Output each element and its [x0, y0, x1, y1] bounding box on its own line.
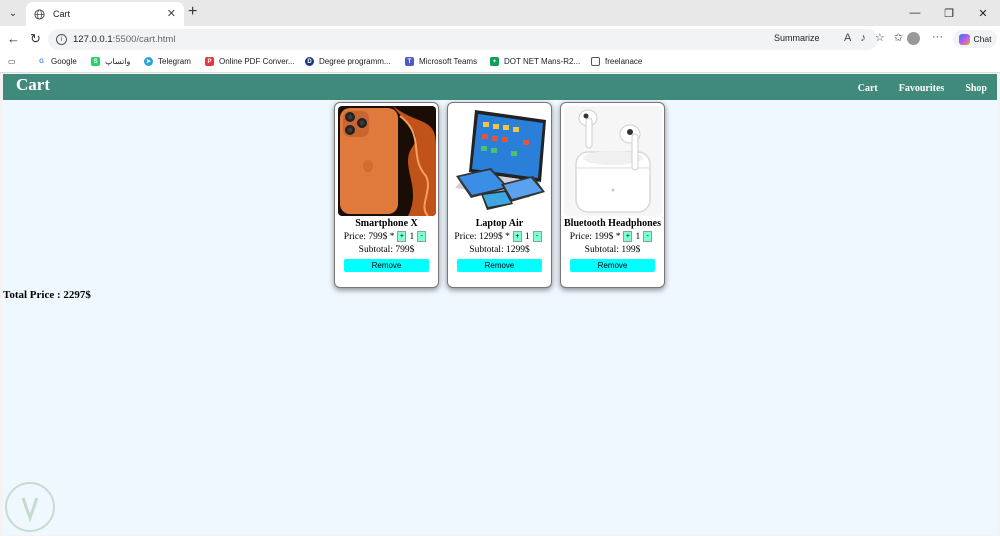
product-image-laptop	[451, 106, 549, 216]
more-options-icon[interactable]: ···	[932, 31, 943, 43]
bookmark-teams[interactable]: T Microsoft Teams	[405, 57, 477, 66]
nav-link-shop[interactable]: Shop	[965, 83, 987, 94]
decrease-qty-button[interactable]: -	[643, 231, 653, 242]
bookmark-dotnet[interactable]: + DOT NET Mans-R2...	[490, 57, 580, 66]
dotnet-icon: +	[490, 57, 499, 66]
product-image-smartphone	[338, 106, 436, 216]
decrease-qty-button[interactable]: -	[417, 231, 427, 242]
minimize-icon[interactable]: —	[898, 0, 932, 26]
bookmark-freelance-folder[interactable]: freelanace	[591, 57, 642, 66]
product-price-row: Price: 799$ * + 1 -	[335, 231, 438, 242]
browser-tab-bar: ⌄ Cart ✕ + — ❐ ✕	[0, 0, 1000, 26]
page-viewport: Cart Cart Favourites Shop Smartphone X P…	[3, 74, 997, 535]
reload-icon[interactable]: ↻	[30, 32, 41, 46]
site-info-icon[interactable]: i	[56, 34, 67, 45]
teams-icon: T	[405, 57, 414, 66]
cart-item-card: Smartphone X Price: 799$ * + 1 - Subtota…	[334, 102, 439, 288]
product-price: Price: 199$ *	[569, 231, 621, 242]
product-qty: 1	[409, 231, 415, 242]
decrease-qty-button[interactable]: -	[532, 231, 542, 242]
site-nav: Cart Favourites Shop	[837, 83, 997, 94]
total-price: Total Price : 2297$	[3, 289, 91, 301]
address-bar-icons[interactable]: A♪☆✩	[844, 31, 912, 44]
tab-actions-menu-icon[interactable]: ⌄	[4, 4, 22, 22]
profile-avatar[interactable]	[907, 32, 920, 45]
url-path: :5500/cart.html	[112, 34, 176, 45]
cart-item-card: Bluetooth Headphones Price: 199$ * + 1 -…	[560, 102, 665, 288]
product-qty: 1	[524, 231, 530, 242]
increase-qty-button[interactable]: +	[623, 231, 633, 242]
whatsapp-icon: S	[91, 57, 100, 66]
product-subtotal: Subtotal: 799$	[358, 245, 415, 255]
back-icon[interactable]: ←	[7, 32, 20, 46]
globe-icon	[34, 8, 45, 20]
close-tab-icon[interactable]: ✕	[167, 7, 176, 20]
browser-tab-cart[interactable]: Cart ✕	[26, 2, 184, 26]
increase-qty-button[interactable]: +	[397, 231, 407, 242]
watermark-logo	[5, 482, 55, 532]
nav-link-cart[interactable]: Cart	[858, 83, 878, 94]
page-title: Cart	[16, 75, 50, 94]
bookmark-google[interactable]: G Google	[37, 57, 77, 66]
remove-button[interactable]: Remove	[570, 259, 655, 272]
product-price-row: Price: 1299$ * + 1 -	[448, 231, 551, 242]
chat-label: Chat	[973, 34, 992, 44]
copilot-icon	[958, 33, 970, 45]
product-image-headphones	[564, 106, 662, 216]
cart-item-card: Laptop Air Price: 1299$ * + 1 - Subtotal…	[447, 102, 552, 288]
url-input[interactable]: i 127.0.0.1:5500/cart.html	[48, 29, 878, 50]
product-price-row: Price: 199$ * + 1 -	[561, 231, 664, 242]
tab-title: Cart	[53, 9, 71, 19]
pdf-icon: P	[205, 57, 214, 66]
site-header: Cart Cart Favourites Shop	[3, 74, 997, 100]
telegram-icon: ➤	[144, 57, 153, 66]
product-price: Price: 1299$ *	[454, 231, 510, 242]
product-name: Smartphone X	[355, 218, 418, 229]
url-host: 127.0.0.1	[73, 34, 113, 45]
product-price: Price: 799$ *	[343, 231, 395, 242]
product-subtotal: Subtotal: 1299$	[469, 245, 530, 255]
bookmark-whatsapp[interactable]: S واتساپ	[91, 57, 130, 66]
folder-icon	[591, 57, 600, 66]
summarize-button[interactable]: Summarize	[774, 33, 820, 43]
bookmark-degree[interactable]: D Degree programm...	[305, 57, 391, 66]
product-subtotal: Subtotal: 199$	[584, 245, 641, 255]
bookmark-telegram[interactable]: ➤ Telegram	[144, 57, 191, 66]
bookmark-pdf[interactable]: P Online PDF Conver...	[205, 57, 295, 66]
product-name: Laptop Air	[475, 218, 524, 229]
bookmarks-bar: ▭ G Google S واتساپ ➤ Telegram P Online PDF …	[0, 52, 1000, 73]
maximize-icon[interactable]: ❐	[932, 0, 966, 26]
cart-items: Smartphone X Price: 799$ * + 1 - Subtota…	[334, 102, 673, 288]
increase-qty-button[interactable]: +	[512, 231, 522, 242]
degree-icon: D	[305, 57, 314, 66]
new-tab-icon[interactable]: +	[188, 3, 197, 21]
google-icon: G	[37, 57, 46, 66]
remove-button[interactable]: Remove	[344, 259, 429, 272]
chat-button[interactable]: Chat	[953, 30, 997, 48]
remove-button[interactable]: Remove	[457, 259, 542, 272]
window-controls: — ❐ ✕	[898, 0, 1000, 26]
close-window-icon[interactable]: ✕	[966, 0, 1000, 26]
nav-link-favourites[interactable]: Favourites	[899, 83, 945, 94]
reading-list-icon[interactable]: ▭	[8, 57, 16, 66]
address-bar-row: ← ↻ i 127.0.0.1:5500/cart.html Summarize…	[0, 26, 1000, 52]
product-qty: 1	[635, 231, 641, 242]
product-name: Bluetooth Headphones	[564, 218, 661, 229]
